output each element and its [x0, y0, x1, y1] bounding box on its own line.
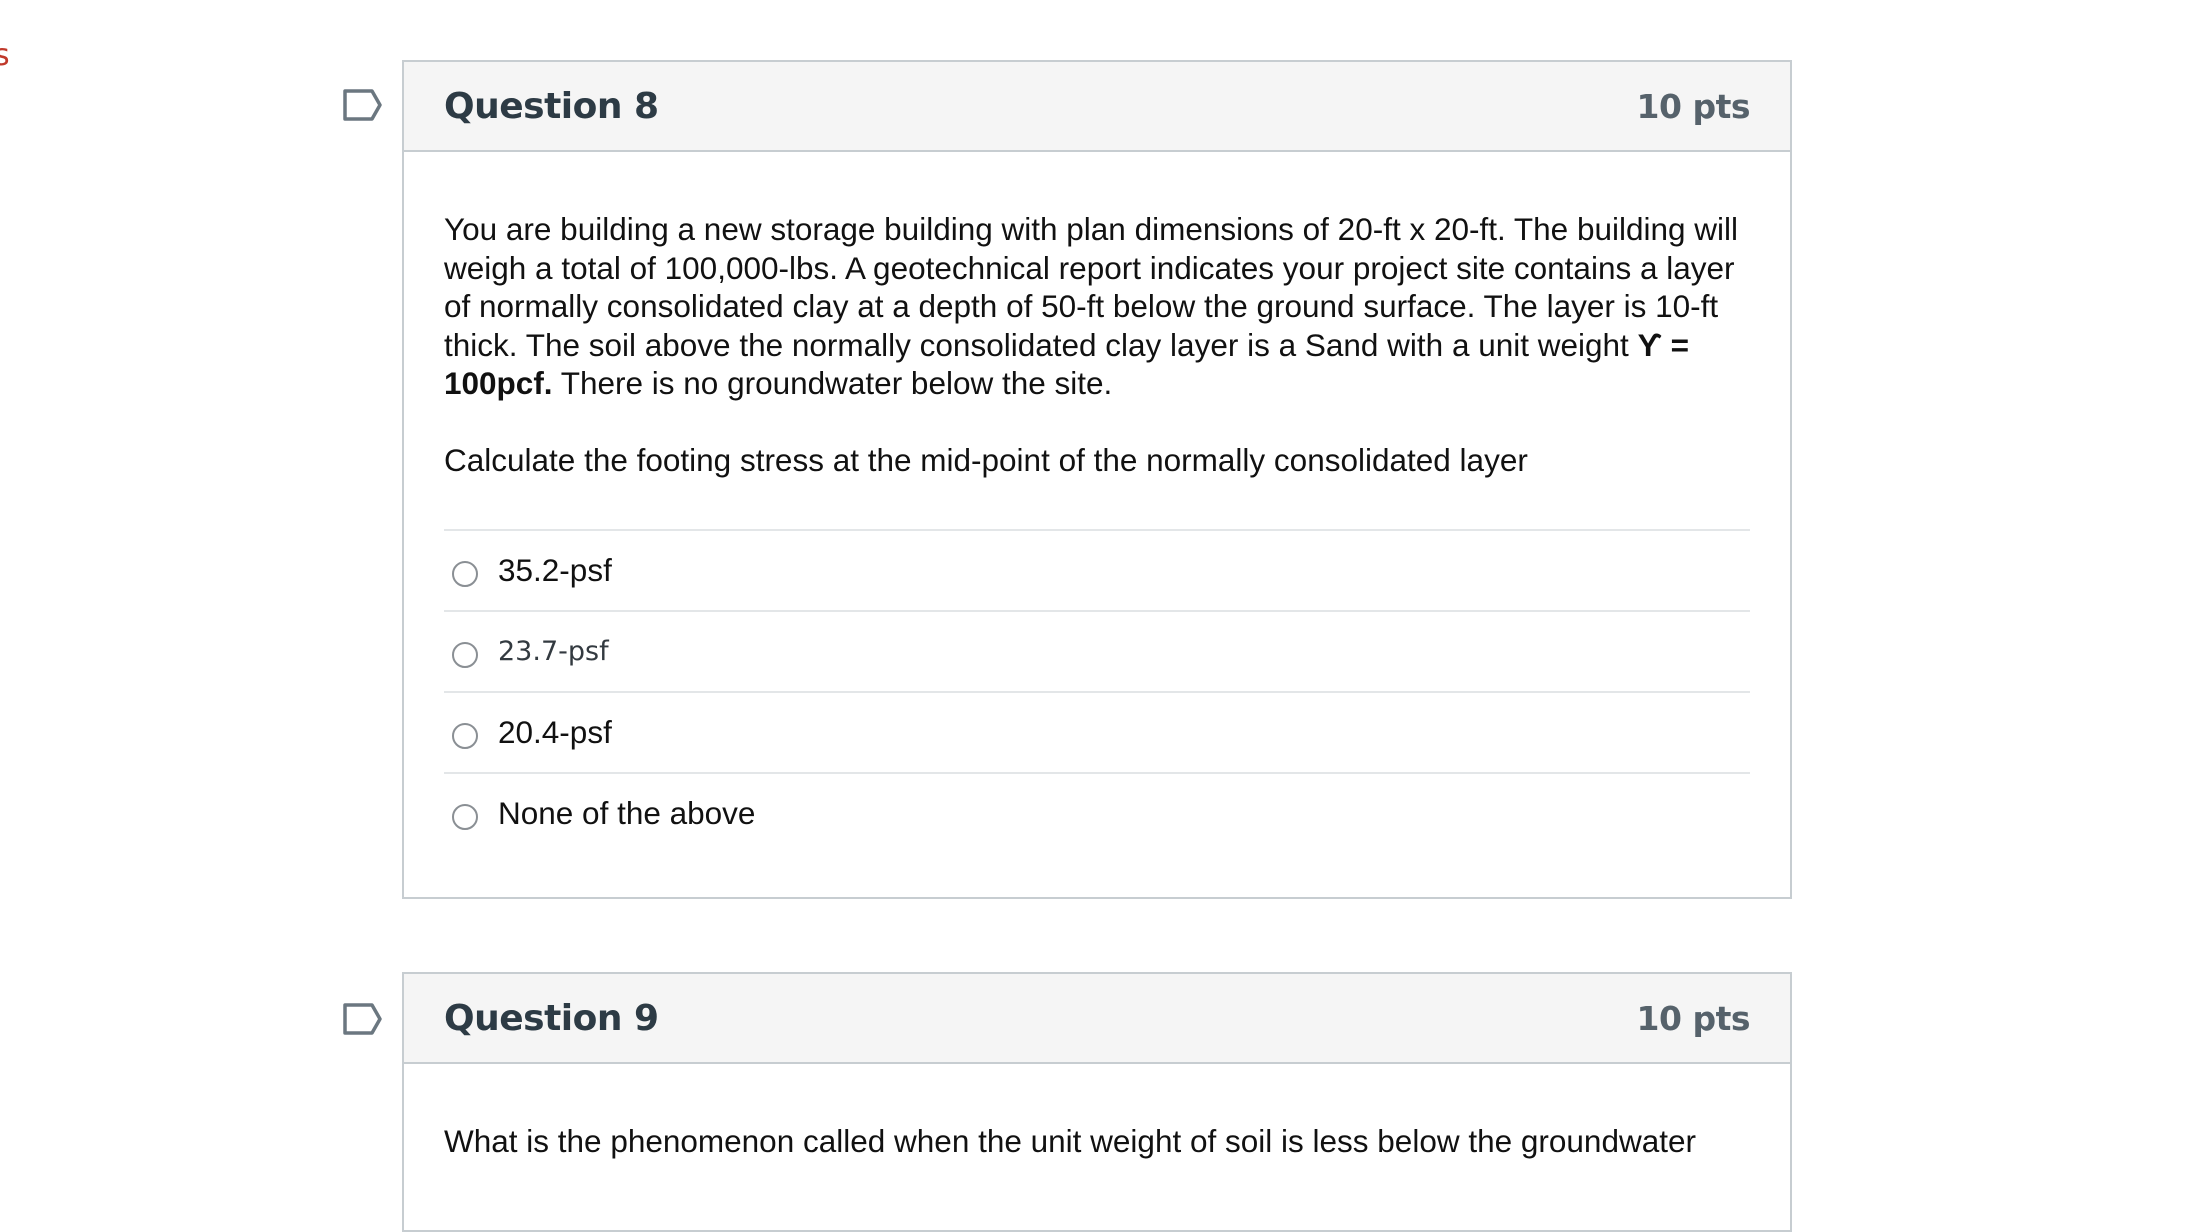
question-title: Question 9: [444, 997, 659, 1039]
radio-button[interactable]: [452, 641, 478, 668]
answer-option[interactable]: 35.2-psf: [444, 531, 1750, 612]
question-text: You are building a new storage building …: [444, 210, 1750, 403]
answer-label: 35.2-psf: [498, 552, 612, 588]
question-body: What is the phenomenon called when the u…: [404, 1064, 1790, 1161]
radio-button[interactable]: [452, 722, 478, 749]
radio-button[interactable]: [452, 803, 478, 830]
answer-label: 20.4-psf: [498, 714, 612, 750]
question-points: 10 pts: [1636, 86, 1751, 126]
question-text-part: There is no groundwater below the site.: [552, 365, 1113, 401]
answer-label: None of the above: [498, 795, 756, 831]
question-card-9: Question 9 10 pts What is the phenomenon…: [402, 972, 1792, 1232]
question-text-part: You are building a new storage building …: [444, 211, 1739, 363]
question-body: You are building a new storage building …: [404, 152, 1790, 853]
question-header: Question 9 10 pts: [404, 974, 1790, 1064]
answer-list: 35.2-psf 23.7-psf 20.4-psf None of the a…: [444, 529, 1750, 853]
question-header: Question 8 10 pts: [404, 62, 1790, 152]
answer-label: 23.7-psf: [498, 636, 609, 667]
question-points: 10 pts: [1636, 998, 1751, 1038]
answer-option[interactable]: None of the above: [444, 774, 1750, 853]
question-title: Question 8: [444, 85, 659, 127]
truncated-left-text: s: [0, 38, 10, 73]
question-card-8: Question 8 10 pts You are building a new…: [402, 60, 1792, 899]
question-prompt: Calculate the footing stress at the mid-…: [444, 441, 1528, 478]
answer-option[interactable]: 23.7-psf: [444, 612, 1750, 693]
flag-question-icon[interactable]: [342, 1002, 384, 1036]
radio-button[interactable]: [452, 560, 478, 587]
answer-option[interactable]: 20.4-psf: [444, 693, 1750, 774]
question-text: What is the phenomenon called when the u…: [444, 1123, 1696, 1159]
flag-question-icon[interactable]: [342, 88, 384, 122]
